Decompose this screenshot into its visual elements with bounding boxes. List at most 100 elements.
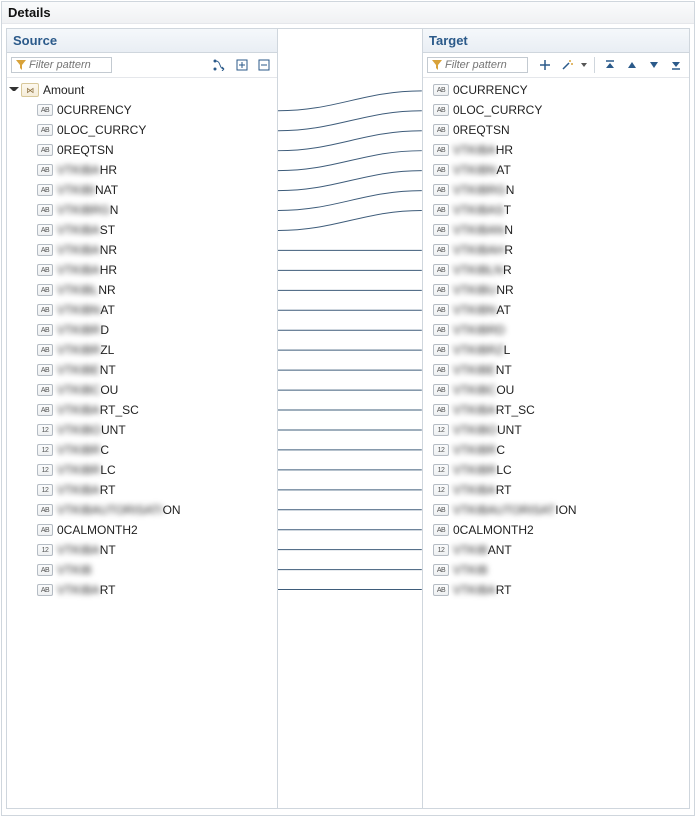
item-label: VTKIBART_SC <box>453 403 535 417</box>
target-item[interactable]: AB0CALMONTH2 <box>423 520 689 540</box>
type-badge: AB <box>37 224 53 236</box>
source-item[interactable]: ABVTKIBINAT <box>7 180 277 200</box>
target-item[interactable]: ABVTKIBUNR <box>423 280 689 300</box>
target-column: Target <box>422 28 690 809</box>
source-item[interactable]: 12VTKIBART <box>7 480 277 500</box>
source-item[interactable]: 12VTKIBOUNT <box>7 420 277 440</box>
target-item[interactable]: 12VTKIBRLC <box>423 460 689 480</box>
source-item[interactable]: ABVTKIBCOU <box>7 380 277 400</box>
target-item[interactable]: ABVTKIBENT <box>423 360 689 380</box>
source-item[interactable]: ABVTKIB <box>7 560 277 580</box>
item-label: VTKIBAUTORISATION <box>57 503 181 517</box>
target-item[interactable]: 12VTKIBART <box>423 480 689 500</box>
source-item[interactable]: ABVTKIBRZL <box>7 340 277 360</box>
target-item[interactable]: AB0CURRENCY <box>423 80 689 100</box>
panel-title: Details <box>2 2 694 24</box>
add-icon[interactable] <box>536 56 554 74</box>
target-item[interactable]: ABVTKIBCOU <box>423 380 689 400</box>
target-item[interactable]: ABVTKIBAST <box>423 200 689 220</box>
toolbar-separator <box>594 57 595 73</box>
type-badge: AB <box>433 344 449 356</box>
source-item[interactable]: AB0REQTSN <box>7 140 277 160</box>
details-panel: Details Source <box>1 1 695 816</box>
type-badge: 12 <box>433 544 449 556</box>
source-item[interactable]: 12VTKIBRLC <box>7 460 277 480</box>
source-item[interactable]: AB0CALMONTH2 <box>7 520 277 540</box>
target-tree[interactable]: AB0CURRENCYAB0LOC_CURRCYAB0REQTSNABVTKIB… <box>423 78 689 602</box>
source-item[interactable]: ABVTKIBAUTORISATION <box>7 500 277 520</box>
item-label: 0CALMONTH2 <box>57 523 138 537</box>
collapse-all-icon[interactable] <box>255 56 273 74</box>
source-item[interactable]: ABVTKIBRD <box>7 320 277 340</box>
source-item[interactable]: AB0LOC_CURRCY <box>7 120 277 140</box>
move-down-icon[interactable] <box>645 56 663 74</box>
move-up-icon[interactable] <box>623 56 641 74</box>
target-item[interactable]: AB VTKIBART_SC <box>423 400 689 420</box>
source-root[interactable]: ⋈Amount <box>7 80 277 100</box>
target-item[interactable]: ABVTKIBAHR <box>423 240 689 260</box>
source-item[interactable]: ABVTKIBNAT <box>7 300 277 320</box>
source-item[interactable]: ABVTKIBART_SC <box>7 400 277 420</box>
source-item[interactable]: ABVTKIBAST <box>7 220 277 240</box>
type-badge: AB <box>433 364 449 376</box>
source-item[interactable]: ABVTKIBRGN <box>7 200 277 220</box>
dropdown-icon[interactable] <box>580 56 588 74</box>
source-tree[interactable]: ⋈AmountAB0CURRENCYAB0LOC_CURRCYAB0REQTSN… <box>7 78 277 602</box>
type-badge: AB <box>37 384 53 396</box>
target-item[interactable]: 12VTKIBANT <box>423 540 689 560</box>
move-bottom-icon[interactable] <box>667 56 685 74</box>
target-item[interactable]: ABVTKIBNAT <box>423 300 689 320</box>
target-item[interactable]: ABVTKIBART <box>423 580 689 600</box>
source-item[interactable]: 12VTKIBANT <box>7 540 277 560</box>
type-badge: AB <box>37 344 53 356</box>
item-label: 0REQTSN <box>57 143 114 157</box>
item-label: VTKIBRLC <box>453 463 512 477</box>
type-badge: AB <box>433 164 449 176</box>
expand-all-icon[interactable] <box>233 56 251 74</box>
source-item[interactable]: ABVTKIBAHR <box>7 160 277 180</box>
target-item[interactable]: ABVTKIBNAT <box>423 160 689 180</box>
source-item[interactable]: ABVTKIBLNR <box>7 280 277 300</box>
target-filter[interactable] <box>427 57 528 73</box>
source-item[interactable]: 12VTKIBRC <box>7 440 277 460</box>
item-label: 0LOC_CURRCY <box>57 123 146 137</box>
type-badge: AB <box>433 404 449 416</box>
target-item[interactable]: ABVTKIBAUTORISATION <box>423 500 689 520</box>
target-item[interactable]: ABVTKIBRD <box>423 320 689 340</box>
automap-icon[interactable] <box>211 56 229 74</box>
item-label: 0CURRENCY <box>57 103 132 117</box>
source-filter-input[interactable] <box>29 59 107 71</box>
type-badge: AB <box>433 524 449 536</box>
target-item[interactable]: ABVTKIBRZL <box>423 340 689 360</box>
type-badge: AB <box>433 184 449 196</box>
item-label: 0LOC_CURRCY <box>453 103 542 117</box>
source-item[interactable]: ABVTKIBANR <box>7 240 277 260</box>
item-label: VTKIBART <box>57 583 115 597</box>
target-header: Target <box>423 29 689 53</box>
source-item[interactable]: ABVTKIBENT <box>7 360 277 380</box>
move-top-icon[interactable] <box>601 56 619 74</box>
target-item[interactable]: ABVTKIB <box>423 560 689 580</box>
target-item[interactable]: ABVTKIBAHR <box>423 140 689 160</box>
source-filter[interactable] <box>11 57 112 73</box>
target-item[interactable]: ABVTKIBRGN <box>423 180 689 200</box>
type-badge: AB <box>433 124 449 136</box>
wand-icon[interactable] <box>558 56 576 74</box>
target-item[interactable]: ABVTKIBLNR <box>423 260 689 280</box>
target-filter-input[interactable] <box>445 59 523 71</box>
mapping-columns: Source ⋈AmountAB0CUR <box>2 24 694 813</box>
item-label: VTKIBRC <box>453 443 505 457</box>
item-label: VTKIBOUNT <box>453 423 522 437</box>
source-column: Source ⋈AmountAB0CUR <box>6 28 278 809</box>
target-item[interactable]: AB0REQTSN <box>423 120 689 140</box>
source-item[interactable]: AB0CURRENCY <box>7 100 277 120</box>
item-label: VTKIBANN <box>453 223 513 237</box>
target-item[interactable]: ABVTKIBANN <box>423 220 689 240</box>
target-item[interactable]: 12VTKIBRC <box>423 440 689 460</box>
type-badge: AB <box>37 584 53 596</box>
source-item[interactable]: ABVTKIBAHR <box>7 260 277 280</box>
type-badge: AB <box>433 104 449 116</box>
source-item[interactable]: AB VTKIBART <box>7 580 277 600</box>
target-item[interactable]: AB 0LOC_CURRCY <box>423 100 689 120</box>
target-item[interactable]: 12VTKIBOUNT <box>423 420 689 440</box>
